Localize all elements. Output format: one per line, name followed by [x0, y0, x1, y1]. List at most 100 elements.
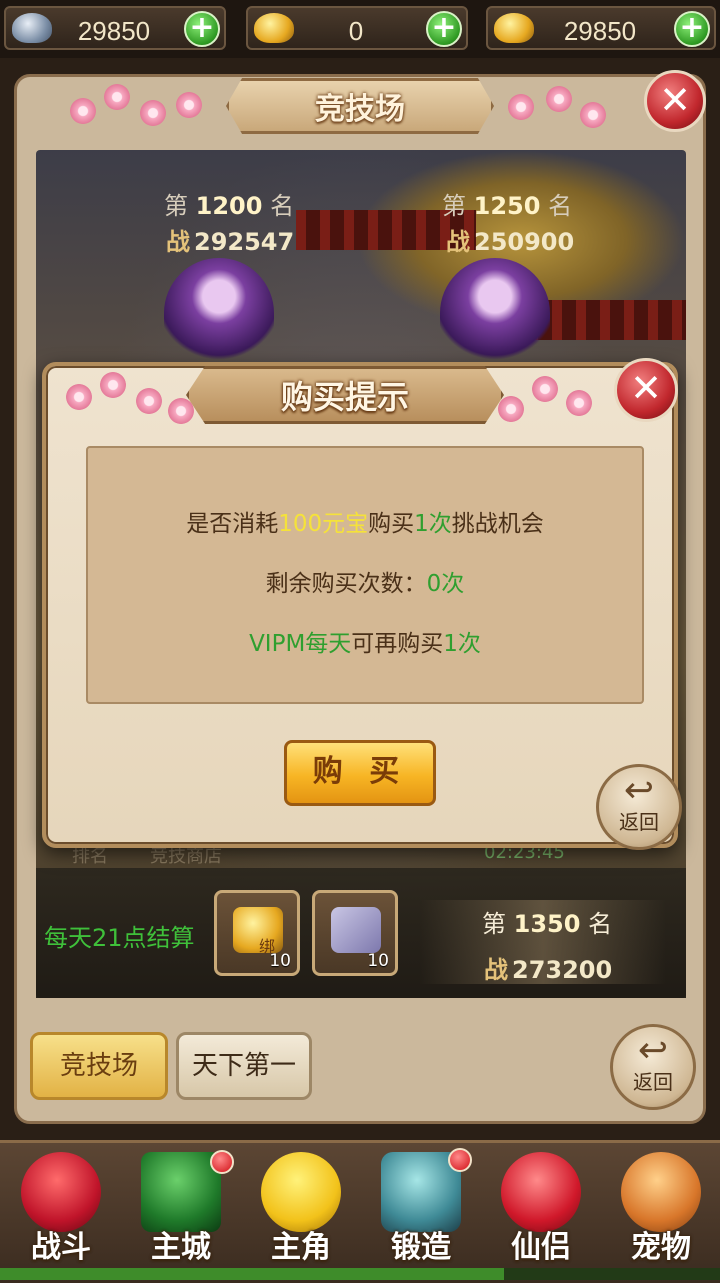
nav-hero[interactable]: 主角 — [246, 1148, 356, 1270]
rank-suffix: 名 — [270, 192, 295, 220]
nav-battle[interactable]: 战斗 — [6, 1148, 116, 1270]
rank-prefix: 第 — [482, 910, 506, 938]
reward-slot-token[interactable]: 10 — [312, 890, 398, 976]
dialog-title: 购买提示 — [280, 378, 409, 416]
opponent-1-rank: 第 1200 名 — [164, 186, 294, 221]
flower-decoration — [168, 398, 194, 424]
nav-companion[interactable]: 仙侣 — [486, 1148, 596, 1270]
back-arrow-icon: ↩ — [623, 770, 655, 811]
bound-gold-ingot-icon — [233, 907, 283, 953]
rank-number: 1250 — [473, 192, 541, 220]
flower-decoration — [508, 94, 534, 120]
my-power: 战 273200 — [484, 950, 612, 985]
rank-prefix: 第 — [442, 192, 466, 220]
flower-decoration — [136, 388, 162, 414]
power-value: 250900 — [474, 228, 575, 256]
nav-label: 锻造 — [391, 1230, 451, 1265]
rank-number: 1350 — [513, 910, 581, 938]
opponent-2-rank: 第 1250 名 — [442, 186, 572, 221]
opponent-2-character[interactable] — [440, 258, 550, 368]
times-value: 1次 — [443, 631, 481, 657]
currency-bar: 29850 + 0 + 29850 + — [0, 0, 720, 58]
add-gold-2-button[interactable]: + — [674, 11, 710, 47]
text: 是否消耗 — [186, 511, 279, 537]
arena-token-icon — [331, 907, 381, 953]
flower-decoration — [66, 384, 92, 410]
flower-decoration — [176, 92, 202, 118]
add-silver-button[interactable]: + — [184, 11, 220, 47]
currency-silver-value: 29850 — [77, 16, 151, 46]
nav-label: 主城 — [151, 1230, 211, 1265]
times-value: 1次 — [414, 511, 452, 537]
power-label: 战 — [446, 228, 470, 256]
nav-pet[interactable]: 宠物 — [606, 1148, 716, 1270]
currency-gold-2: 29850 + — [486, 6, 716, 50]
tab-arena[interactable]: 竞技场 — [30, 1032, 168, 1100]
remaining-line: 剩余购买次数：0次 — [86, 564, 644, 598]
flower-decoration — [70, 98, 96, 124]
gold-ingot-icon — [254, 13, 294, 43]
settle-text: 每天21点结算 — [44, 924, 195, 952]
flower-decoration — [546, 86, 572, 112]
flower-decoration — [498, 396, 524, 422]
text: 可再购买 — [351, 631, 444, 657]
close-arena-button[interactable]: ✕ — [644, 70, 706, 132]
nav-label: 仙侣 — [511, 1230, 571, 1265]
vip-text: VIPM每天 — [249, 631, 352, 657]
flower-decoration — [140, 100, 166, 126]
opponent-1-power: 战 292547 — [166, 222, 294, 257]
flower-decoration — [580, 102, 606, 128]
flower-decoration — [566, 390, 592, 416]
reward-slot-bound-gold[interactable]: 绑 10 — [214, 890, 300, 976]
reward-count: 10 — [269, 951, 291, 971]
text: 挑战机会 — [451, 511, 544, 537]
nav-label: 宠物 — [631, 1230, 691, 1265]
back-arrow-icon: ↩ — [637, 1030, 669, 1071]
dialog-back-button[interactable]: ↩ 返回 — [596, 764, 682, 850]
tab-world-first[interactable]: 天下第一 — [176, 1032, 312, 1100]
power-label: 战 — [484, 956, 508, 984]
power-value: 292547 — [194, 228, 295, 256]
arena-title: 竞技场 — [315, 92, 405, 127]
currency-gold: 0 + — [246, 6, 468, 50]
flower-decoration — [100, 372, 126, 398]
power-label: 战 — [166, 228, 190, 256]
opponent-2-power: 战 250900 — [446, 222, 574, 257]
text: 购买 — [368, 511, 415, 537]
notification-badge — [448, 1148, 472, 1172]
power-value: 273200 — [512, 956, 613, 984]
back-label: 返回 — [619, 810, 659, 834]
main-city-icon — [141, 1152, 221, 1232]
my-rank: 第 1350 名 — [482, 904, 612, 939]
text: 剩余购买次数： — [265, 571, 427, 597]
progress-fill — [0, 1268, 504, 1280]
opponent-1-character[interactable] — [164, 258, 274, 368]
currency-gold-value: 0 — [348, 16, 364, 46]
bottom-progress-bar — [0, 1268, 720, 1280]
arena-back-button[interactable]: ↩ 返回 — [610, 1024, 696, 1110]
nav-label: 主角 — [271, 1230, 331, 1265]
currency-gold-2-value: 29850 — [563, 16, 637, 46]
gold-ingot-icon — [494, 13, 534, 43]
rank-prefix: 第 — [164, 192, 188, 220]
hero-icon — [261, 1152, 341, 1232]
reward-count: 10 — [367, 951, 389, 971]
buy-button[interactable]: 购 买 — [284, 740, 436, 806]
rank-suffix: 名 — [588, 910, 613, 938]
flower-decoration — [104, 84, 130, 110]
back-label: 返回 — [633, 1070, 673, 1094]
remaining-count: 0次 — [426, 571, 465, 597]
cost-line: 是否消耗100元宝购买1次挑战机会 — [86, 504, 644, 538]
vip-line: VIPM每天可再购买1次 — [86, 624, 644, 658]
rank-number: 1200 — [195, 192, 263, 220]
silver-ingot-icon — [12, 13, 52, 43]
close-dialog-button[interactable]: ✕ — [614, 358, 678, 422]
add-gold-button[interactable]: + — [426, 11, 462, 47]
cost-value: 100元宝 — [278, 511, 369, 537]
battle-icon — [21, 1152, 101, 1232]
currency-silver: 29850 + — [4, 6, 226, 50]
companion-icon — [501, 1152, 581, 1232]
nav-label: 战斗 — [31, 1230, 91, 1265]
notification-badge — [210, 1150, 234, 1174]
rank-suffix: 名 — [548, 192, 573, 220]
